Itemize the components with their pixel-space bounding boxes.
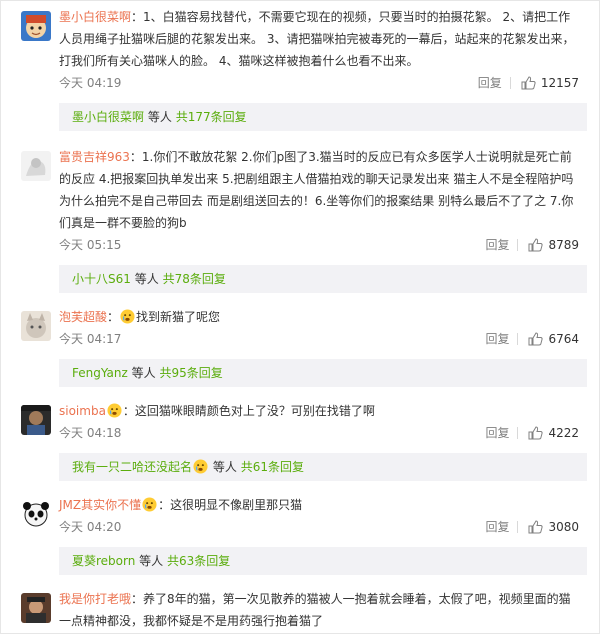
like-count: 4222 <box>548 426 579 440</box>
sub-reply-count[interactable]: 共177条回复 <box>176 110 247 124</box>
comment-list: 墨小白很菜啊：1、白猫容易找替代，不需要它现在的视频，只要当时的拍摄花絮。 2、… <box>0 0 600 634</box>
divider <box>517 427 519 439</box>
comment-meta: 今天 04:18 回复 4222 <box>59 424 579 442</box>
comment-username[interactable]: 墨小白很菜啊 <box>59 10 131 24</box>
comment-username[interactable]: sioimba <box>59 404 106 418</box>
sub-reply-count[interactable]: 共95条回复 <box>159 366 222 380</box>
sub-reply-user[interactable]: 墨小白很菜啊 <box>72 110 144 124</box>
sub-replies-bar[interactable]: 小十八S61 等人 共78条回复 <box>59 265 587 293</box>
comment-actions: 回复 8789 <box>485 236 579 254</box>
sub-reply-count[interactable]: 共61条回复 <box>241 460 304 474</box>
thumbs-up-icon <box>528 426 544 440</box>
avatar[interactable] <box>21 499 51 529</box>
comment-meta: 今天 05:15 回复 8789 <box>59 236 579 254</box>
comment-content: 找到新猫了呢您 <box>136 310 221 324</box>
like-count: 3080 <box>548 520 579 534</box>
like-count: 8789 <box>548 238 579 252</box>
avatar[interactable] <box>21 11 51 41</box>
thumbs-up-icon <box>528 520 544 534</box>
like-button[interactable]: 12157 <box>521 74 579 92</box>
sub-replies-bar[interactable]: 我有一只二哈还没起名 等人 共61条回复 <box>59 453 587 481</box>
comment-content: ：1.你们不敢放花絮 2.你们p图了3.猫当时的反应已有众多医学人士说明就是死亡… <box>59 150 574 230</box>
divider <box>509 77 511 89</box>
sub-replies-bar[interactable]: 墨小白很菜啊 等人 共177条回复 <box>59 103 587 131</box>
crying-face-icon <box>142 497 157 512</box>
comment-actions: 回复 3080 <box>485 518 579 536</box>
crying-face-icon <box>107 403 122 418</box>
crying-face-icon <box>120 309 135 324</box>
reply-button[interactable]: 回复 <box>478 74 502 92</box>
comment-time: 今天 04:18 <box>59 426 122 440</box>
comment-time: 今天 04:17 <box>59 332 122 346</box>
comment-text: sioimba ：这回猫咪眼睛颜色对上了没？可别在找错了啊 <box>59 400 579 422</box>
thumbs-up-icon <box>521 76 536 90</box>
sub-reply-user[interactable]: 小十八S61 <box>72 272 131 286</box>
reply-button[interactable]: 回复 <box>485 330 509 348</box>
crying-face-icon <box>193 459 208 474</box>
comment-content: ：1、白猫容易找替代，不需要它现在的视频，只要当时的拍摄花絮。 2、请把工作人员… <box>59 10 575 68</box>
comment-username[interactable]: 我是你打老哦 <box>59 592 131 606</box>
sub-reply-user[interactable]: 我有一只二哈还没起名 <box>72 460 192 474</box>
sub-reply-connector: 等人 <box>147 110 172 124</box>
comment-username[interactable]: 富贵吉祥963 <box>59 150 130 164</box>
comment-content: ：这很明显不像剧里那只猫 <box>158 498 303 512</box>
thumbs-up-icon <box>528 238 544 252</box>
sub-replies-bar[interactable]: 夏葵reborn 等人 共63条回复 <box>59 547 587 575</box>
divider <box>517 521 519 533</box>
sub-reply-count[interactable]: 共63条回复 <box>167 554 230 568</box>
like-button[interactable]: 8789 <box>528 236 579 254</box>
comment-time: 今天 04:20 <box>59 520 122 534</box>
comment-content: ：这回猫咪眼睛颜色对上了没？可别在找错了啊 <box>122 404 375 418</box>
comment-text: 富贵吉祥963：1.你们不敢放花絮 2.你们p图了3.猫当时的反应已有众多医学人… <box>59 146 579 234</box>
like-count: 12157 <box>540 76 579 90</box>
like-button[interactable]: 4222 <box>528 424 579 442</box>
like-button[interactable]: 6764 <box>528 330 579 348</box>
avatar[interactable] <box>21 405 51 435</box>
comment-text: 我是你打老哦：养了8年的猫，第一次见散养的猫被人一抱着就会睡着，太假了吧，视频里… <box>59 588 579 632</box>
comment-time: 今天 04:19 <box>59 76 122 90</box>
sub-reply-connector: 等人 <box>139 554 164 568</box>
sub-reply-connector: 等人 <box>212 460 237 474</box>
comment-text: 墨小白很菜啊：1、白猫容易找替代，不需要它现在的视频，只要当时的拍摄花絮。 2、… <box>59 6 579 72</box>
comment-actions: 回复 12157 <box>478 74 579 92</box>
comment-actions: 回复 4222 <box>485 424 579 442</box>
thumbs-up-icon <box>528 332 544 346</box>
divider <box>517 239 519 251</box>
comment-time: 今天 05:15 <box>59 238 122 252</box>
comment-text: 泡芙超酸： 找到新猫了呢您 <box>59 309 221 324</box>
comment-text: JMZ其实你不懂 ：这很明显不像剧里那只猫 <box>59 494 579 516</box>
avatar[interactable] <box>21 311 51 341</box>
comment-meta: 今天 04:17 回复 6764 <box>59 330 579 348</box>
comment-meta: 今天 04:20 回复 3080 <box>59 518 579 536</box>
sub-reply-count[interactable]: 共78条回复 <box>163 272 226 286</box>
comment-meta: 今天 04:19 回复 12157 <box>59 74 579 92</box>
sub-replies-bar[interactable]: FengYanz 等人 共95条回复 <box>59 359 587 387</box>
sub-reply-user[interactable]: 夏葵reborn <box>72 554 135 568</box>
like-button[interactable]: 3080 <box>528 518 579 536</box>
comment-content: ：养了8年的猫，第一次见散养的猫被人一抱着就会睡着，太假了吧，视频里面的猫一点精… <box>59 592 571 628</box>
sub-reply-connector: 等人 <box>134 272 159 286</box>
comment-username[interactable]: JMZ其实你不懂 <box>59 498 141 512</box>
sub-reply-connector: 等人 <box>131 366 156 380</box>
like-count: 6764 <box>548 332 579 346</box>
divider <box>517 333 519 345</box>
comment-username[interactable]: 泡芙超酸 <box>59 310 107 324</box>
reply-button[interactable]: 回复 <box>485 236 509 254</box>
reply-button[interactable]: 回复 <box>485 518 509 536</box>
sub-reply-user[interactable]: FengYanz <box>72 366 128 380</box>
comment-actions: 回复 6764 <box>485 330 579 348</box>
avatar[interactable] <box>21 151 51 181</box>
reply-button[interactable]: 回复 <box>485 424 509 442</box>
avatar[interactable] <box>21 593 51 623</box>
